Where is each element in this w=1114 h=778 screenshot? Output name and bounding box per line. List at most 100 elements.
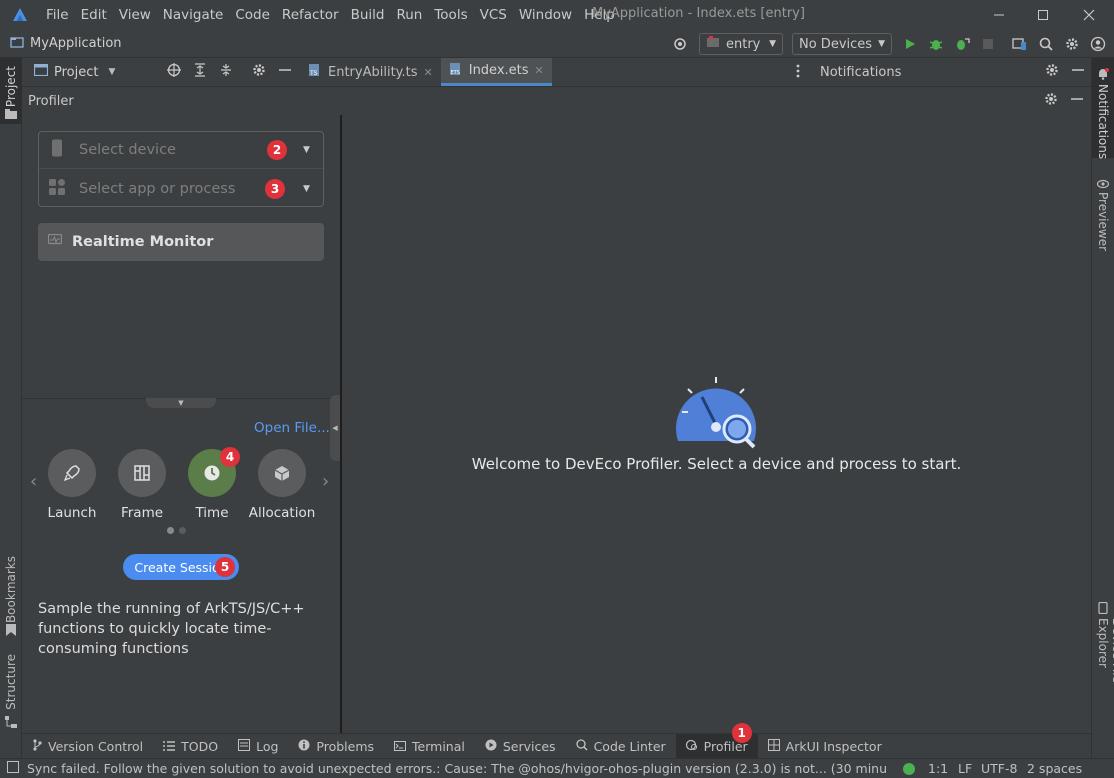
previewer-tool-tab[interactable]: Previewer [1092,176,1114,256]
menu-edit[interactable]: Edit [75,0,113,30]
menu-view[interactable]: View [113,0,157,30]
realtime-monitor-button[interactable]: Realtime Monitor [38,223,324,261]
menu-refactor[interactable]: Refactor [276,0,345,30]
select-device-dropdown[interactable]: Select device 2 ▼ [39,132,323,169]
notifications-title: Notifications [820,64,902,80]
caret-position[interactable]: 1:1 [928,761,948,776]
bookmarks-tool-tab[interactable]: Bookmarks [0,556,22,640]
notifications-tool-tab[interactable]: Notifications [1092,58,1114,159]
bookmark-icon [6,624,16,640]
main-menu: File Edit View Navigate Code Refactor Bu… [40,0,621,30]
phone-icon [1098,601,1108,618]
hide-panel-icon[interactable] [278,63,292,81]
debug-icon[interactable] [925,33,947,55]
close-window-button[interactable] [1066,0,1112,30]
attach-debugger-icon[interactable] [951,33,973,55]
session-templates-panel: ▼ ◀ Open File... ‹ › Launch Frame Time 4… [22,395,340,733]
tab-version-control[interactable]: Version Control [22,734,153,759]
indent-setting[interactable]: 2 spaces [1027,761,1082,776]
project-tool-tab[interactable]: Project [0,58,22,124]
welcome-message: Welcome to DevEco Profiler. Select a dev… [471,455,962,473]
side-collapse-handle[interactable]: ◀ [330,395,340,461]
maximize-button[interactable] [1020,0,1066,30]
device-manager-icon[interactable] [1009,33,1031,55]
more-options-icon[interactable] [796,64,800,82]
status-indicator-icon[interactable] [903,763,915,775]
breadcrumb-project[interactable]: MyApplication [30,36,122,51]
template-time[interactable]: Time 4 [177,447,247,521]
template-frame[interactable]: Frame [107,449,177,521]
collapse-handle[interactable]: ▼ [146,398,216,408]
step-badge: 1 [731,722,752,743]
menu-vcs[interactable]: VCS [474,0,513,30]
status-message[interactable]: Sync failed. Follow the given solution t… [27,761,887,776]
account-icon[interactable] [1087,33,1109,55]
minimize-button[interactable] [976,0,1022,30]
tab-code-linter[interactable]: Code Linter [566,734,676,759]
expand-all-icon[interactable] [193,63,207,81]
carousel-next-icon[interactable]: › [322,471,329,492]
template-allocation[interactable]: Allocation [247,449,317,521]
structure-tool-tab[interactable]: Structure [0,654,22,734]
menu-file[interactable]: File [40,0,75,30]
menu-code[interactable]: Code [229,0,276,30]
tab-log[interactable]: Log [228,734,288,759]
menu-tools[interactable]: Tools [428,0,473,30]
select-process-dropdown[interactable]: Select app or process 3 ▼ [39,170,323,207]
previewer-tool-label: Previewer [1096,192,1110,252]
device-selector[interactable]: No Devices ▼ [792,33,892,55]
open-file-link[interactable]: Open File... [254,420,330,436]
run-icon[interactable] [899,33,921,55]
menu-run[interactable]: Run [390,0,428,30]
notifications-settings-gear-icon[interactable] [1045,63,1059,81]
tab-terminal[interactable]: Terminal [384,734,475,759]
chevron-down-icon: ▼ [303,145,310,155]
realtime-monitor-label: Realtime Monitor [72,234,214,250]
device-file-explorer-tool-tab[interactable]: Device File Explorer [1092,600,1114,724]
search-icon[interactable] [1035,33,1057,55]
settings-gear-icon[interactable] [1061,33,1083,55]
collapse-all-icon[interactable] [219,63,233,81]
panel-settings-gear-icon[interactable] [252,63,266,81]
hide-panel-icon[interactable] [1070,92,1084,110]
tab-services[interactable]: Services [475,734,566,759]
line-ending[interactable]: LF [958,761,972,776]
tab-index[interactable]: ETS Index.ets ✕ [440,58,552,86]
step-badge: 2 [267,140,287,160]
menu-navigate[interactable]: Navigate [157,0,230,30]
tab-todo[interactable]: TODO [153,734,228,759]
close-tab-icon[interactable]: ✕ [535,64,544,77]
close-tab-icon[interactable]: ✕ [424,66,433,79]
status-window-icon[interactable] [7,761,19,776]
template-launch[interactable]: Launch [37,449,107,521]
target-icon[interactable] [669,33,691,55]
carousel-dot[interactable] [179,527,186,534]
profiler-panel-header: Profiler [22,86,1091,115]
tab-problems[interactable]: Problems [288,734,384,759]
module-selector[interactable]: entry ▼ [699,33,783,55]
right-tool-strip: Notifications Previewer Device File Expl… [1091,58,1114,758]
project-view-label[interactable]: Project [54,65,98,80]
tab-profiler[interactable]: Profiler 1 [675,722,758,759]
template-description: Sample the running of ArkTS/JS/C++ funct… [38,601,305,657]
cube-icon [258,449,306,497]
info-icon [298,739,310,754]
chevron-left-icon: ◀ [332,424,338,432]
project-panel-header: Project ▼ [22,58,306,86]
tab-entryability[interactable]: TS EntryAbility.ts ✕ [300,58,441,86]
file-encoding[interactable]: UTF-8 [981,761,1017,776]
ets-file-icon: ETS [449,62,463,80]
tab-arkui-inspector[interactable]: ArkUI Inspector [758,734,892,759]
profiler-title: Profiler [28,93,74,109]
template-label: Allocation [248,505,316,521]
chevron-down-icon[interactable]: ▼ [108,67,115,77]
menu-build[interactable]: Build [345,0,391,30]
profiler-settings-gear-icon[interactable] [1044,92,1058,110]
tab-label: Problems [316,738,375,754]
tab-label: TODO [181,738,219,754]
locate-icon[interactable] [167,63,181,81]
stop-icon[interactable] [977,33,999,55]
menu-window[interactable]: Window [513,0,578,30]
hide-panel-icon[interactable] [1071,63,1085,81]
carousel-dot-active[interactable] [167,527,174,534]
